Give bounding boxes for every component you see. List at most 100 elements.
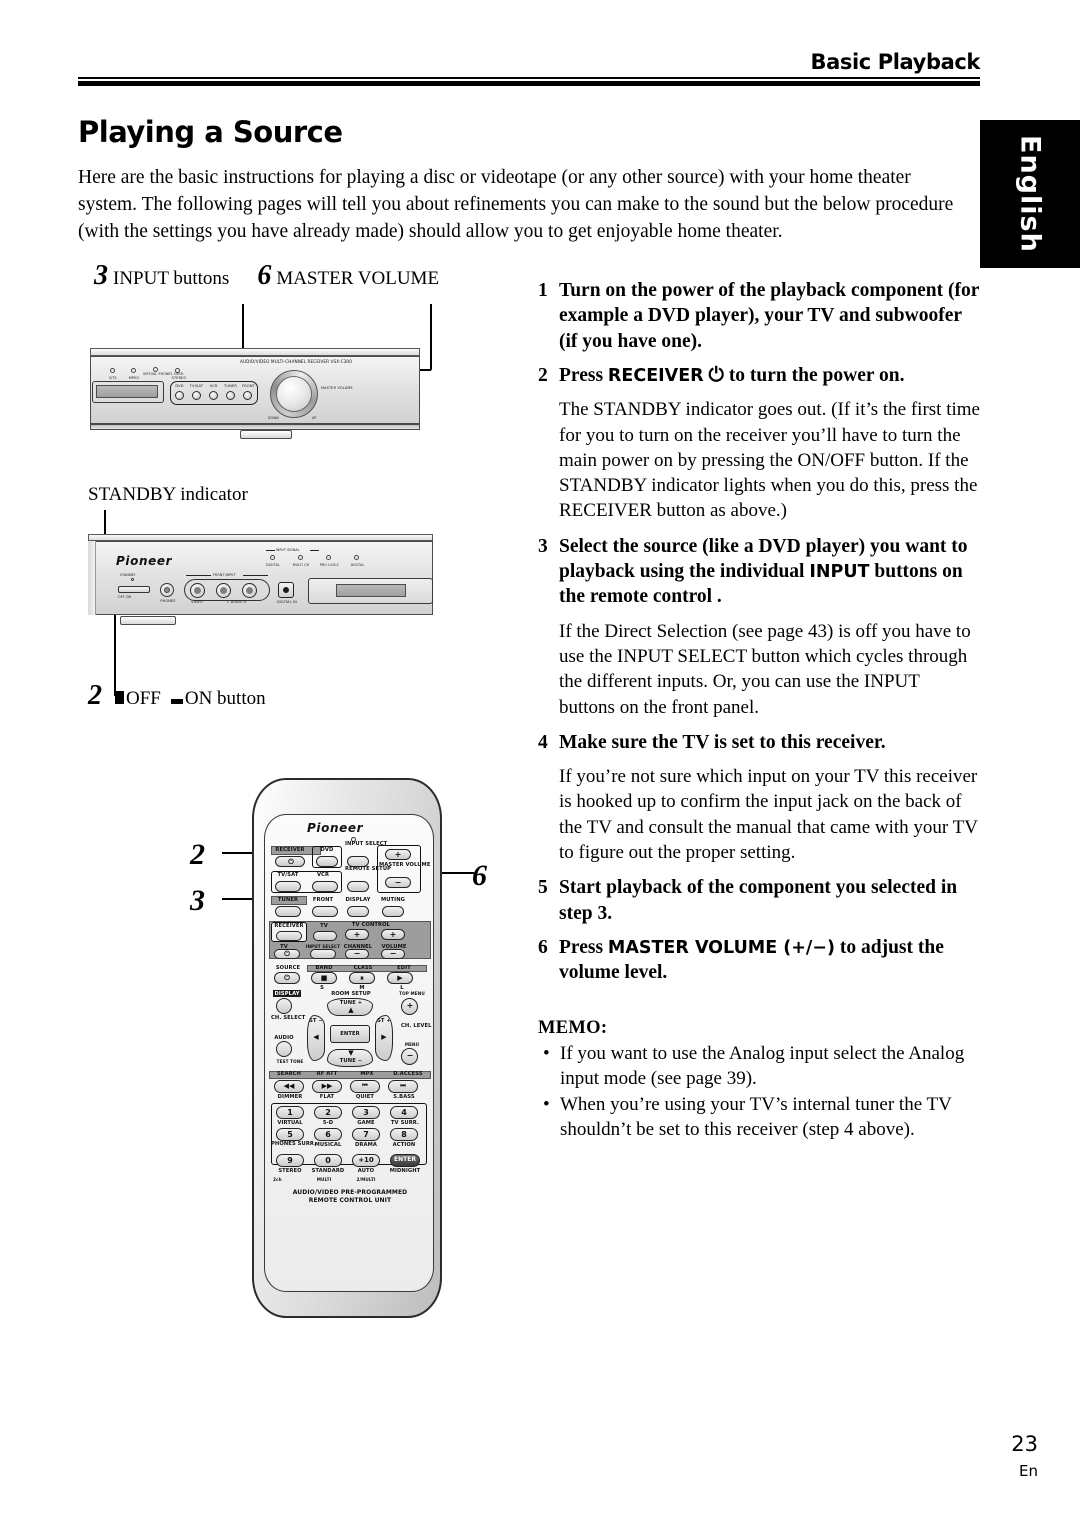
remote-button-ch-select[interactable] <box>276 998 292 1014</box>
remote-label-menu: MENU <box>404 1042 420 1047</box>
remote-key-1-label: VIRTUAL <box>277 1120 303 1126</box>
minus-icon: − <box>389 949 397 958</box>
power-onoff-button[interactable] <box>118 586 150 593</box>
pioneer-logo: Pioneer <box>116 554 173 568</box>
signal-label-digital: DIGITAL <box>266 563 280 567</box>
panel-top-strip <box>90 348 420 356</box>
fast-forward-icon: ▶▶ <box>321 1082 333 1090</box>
input-signal-group-label: INPUT SIGNAL <box>276 548 300 552</box>
play-icon: ▶ <box>397 974 403 982</box>
callout-standby-indicator: STANDBY indicator <box>88 484 248 506</box>
remote-face: Pioneer RECEIVER ⏻ DVD INPUT SELECT + MA… <box>264 814 434 1292</box>
front-panel-foot <box>120 616 176 625</box>
step-title: Select the source (like a DVD player) yo… <box>559 534 980 610</box>
minus-icon: − <box>394 878 402 887</box>
remote-button-tuner[interactable] <box>275 906 301 917</box>
arrow-right-icon: ▶ <box>381 1033 387 1041</box>
input-button-tvsat[interactable] <box>192 391 201 400</box>
callout-label: INPUT buttons <box>113 268 230 289</box>
remote-button-receiver-mode[interactable] <box>276 931 302 941</box>
step-item: 2 Press RECEIVER ⏻ to turn the power on. <box>538 363 980 388</box>
remote-label-test-tone: TEST TONE <box>276 1059 304 1064</box>
remote-button-tv-mode[interactable] <box>313 931 337 941</box>
remote-label-input-select: INPUT SELECT <box>345 841 388 847</box>
remote-label-st-minus: ST − <box>309 1018 323 1024</box>
plus-icon: + <box>353 930 361 939</box>
remote-key-8-label: ACTION <box>392 1142 416 1148</box>
remote-button-tvsat[interactable] <box>275 881 301 892</box>
remote-button-audio[interactable] <box>276 1041 292 1057</box>
input-button-label-dvd: DVD <box>175 384 184 388</box>
remote-label-sbass: S.BASS <box>393 1094 415 1100</box>
input-button-vcr[interactable] <box>209 391 218 400</box>
remote-button-front[interactable] <box>312 906 338 917</box>
step-title-text: Turn on the power of the playback compon… <box>559 280 980 352</box>
signal-led-pro-logic <box>326 555 331 560</box>
pause-icon: ⏸ <box>360 974 364 982</box>
input-button-front[interactable] <box>243 391 252 400</box>
indicator-label-mpeg: MPEG <box>128 376 140 380</box>
remote-key-4-label: TV SURR. <box>390 1120 420 1126</box>
header-rule-thick <box>78 81 980 86</box>
remote-label-band: BAND <box>315 965 333 971</box>
receiver-model-text: AUDIO/VIDEO MULTI-CHANNEL RECEIVER VSX-C… <box>240 359 352 364</box>
volume-down-label: DOWN <box>268 416 279 420</box>
remote-key-0-digit: 0 <box>325 1156 331 1165</box>
remote-key-0-label: STANDARD <box>311 1168 345 1174</box>
remote-button-dvd[interactable] <box>316 856 338 867</box>
step-number: 2 <box>538 365 548 387</box>
remote-button-remote-setup[interactable] <box>347 881 369 892</box>
remote-key-8-digit: 8 <box>401 1130 407 1139</box>
remote-key-6-digit: 6 <box>325 1130 331 1139</box>
remote-label-tvsat: TV/SAT <box>277 872 299 878</box>
callout-number: 2 <box>88 680 102 711</box>
remote-button-input-select-tv[interactable] <box>310 949 336 959</box>
power-icon: ⏻ <box>288 858 294 866</box>
master-volume-knob-label: MASTER VOLUME <box>321 386 353 390</box>
step-title: Press RECEIVER ⏻ to turn the power on. <box>559 363 980 388</box>
step-title-emphasis: RECEIVER <box>607 366 704 387</box>
front-input-video-jack-hole <box>194 587 201 594</box>
plus-icon: + <box>406 1001 414 1010</box>
stop-icon: ■ <box>320 974 328 982</box>
step-number: 3 <box>538 535 548 557</box>
remote-label-display-2: DISPLAY <box>273 990 302 997</box>
remote-label-vcr: VCR <box>316 872 330 878</box>
language-tab: English <box>980 120 1080 268</box>
input-button-dvd[interactable] <box>175 391 184 400</box>
signal-led-digital <box>270 555 275 560</box>
remote-key-2-label: 5-D <box>322 1120 334 1126</box>
language-tab-label: English <box>1014 135 1046 253</box>
step-title-emphasis: MASTER VOLUME (+/−) <box>607 937 835 958</box>
remote-label-2ch: 2ch <box>273 1177 282 1182</box>
steps-list: 1 Turn on the power of the playback compo… <box>538 278 980 986</box>
remote-key-5-digit: 5 <box>287 1130 293 1139</box>
step-title-text: ⏻ to turn the power on. <box>703 365 905 387</box>
front-input-rule-right <box>243 575 268 576</box>
remote-label-edit: EDIT <box>397 965 411 971</box>
input-button-label-tuner: TUNER <box>224 384 237 388</box>
receiver-front-panel-illustration: AUDIO/VIDEO MULTI-CHANNEL RECEIVER VSX-C… <box>90 348 475 448</box>
remote-label-tuner: TUNER <box>277 897 299 903</box>
step-number: 6 <box>538 936 548 958</box>
digital-in-jack-hole <box>283 587 289 593</box>
remote-key-enter-digit: ENTER <box>394 1156 416 1163</box>
remote-button-muting[interactable] <box>382 906 404 917</box>
remote-key-2-digit: 2 <box>325 1108 331 1117</box>
section-title: Basic Playback <box>810 50 981 74</box>
input-button-tuner[interactable] <box>226 391 235 400</box>
remote-key-enter-label: MIDNIGHT <box>389 1168 421 1174</box>
remote-label-rf-att: RF ATT <box>316 1071 338 1077</box>
remote-button-vcr[interactable] <box>312 881 338 892</box>
page-number: 23 <box>1011 1432 1038 1456</box>
remote-button-display[interactable] <box>347 906 369 917</box>
instructions-column: 1 Turn on the power of the playback compo… <box>538 278 980 1144</box>
master-volume-knob[interactable] <box>276 376 312 412</box>
front-panel-top-strip <box>88 534 433 541</box>
remote-key-plus10-digit: +10 <box>358 1156 374 1164</box>
memo-item: When you’re using your TV’s internal tun… <box>543 1092 980 1143</box>
remote-label-mpx: MPX <box>360 1071 374 1077</box>
top-callouts: 3 INPUT buttons 6 MASTER VOLUME <box>94 262 439 290</box>
indicator-label-dts: DTS <box>109 376 117 380</box>
step-title-text: Make sure the TV is set to this receiver… <box>559 731 886 753</box>
